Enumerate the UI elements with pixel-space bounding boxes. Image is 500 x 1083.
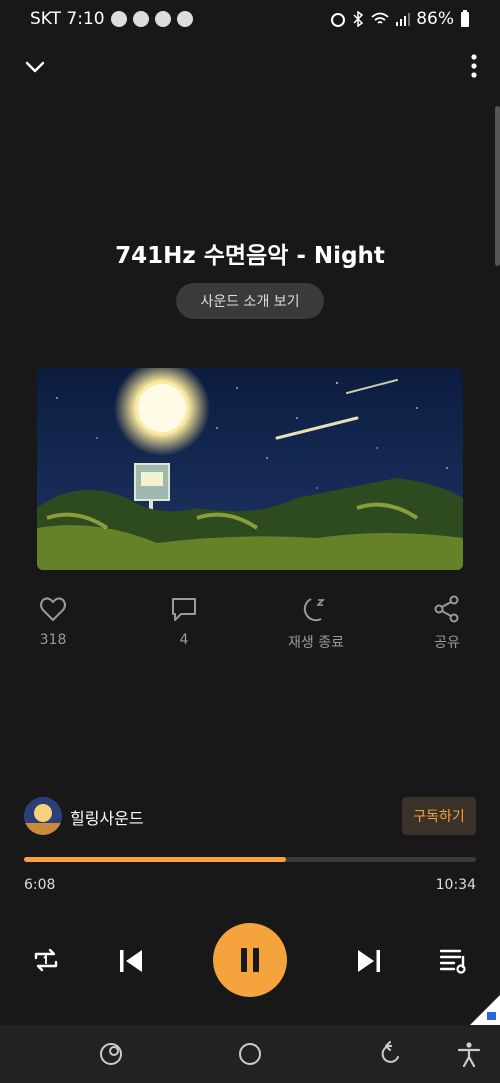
elapsed-time: 6:08: [24, 877, 56, 893]
heart-icon: [40, 597, 66, 622]
signal-icon: [396, 13, 411, 26]
pause-button[interactable]: [213, 923, 287, 997]
alarm-icon: [331, 13, 346, 27]
top-bar: [0, 48, 500, 84]
status-bar: SKT 7:10 86%: [0, 0, 500, 38]
notification-icon: [132, 11, 149, 27]
chevron-down-icon[interactable]: [22, 54, 48, 80]
battery-percent: 86%: [416, 9, 454, 29]
progress-bar[interactable]: [24, 857, 476, 862]
back-icon[interactable]: [378, 1041, 404, 1067]
wifi-icon: [371, 12, 389, 24]
comment-count: 4: [179, 632, 189, 648]
artist-row: 힐링사운드 구독하기: [24, 797, 476, 837]
system-navigation-bar: [0, 1025, 500, 1083]
progress-fill: [24, 857, 287, 862]
battery-icon: [461, 10, 469, 27]
bluetooth-icon: [353, 11, 364, 27]
sound-intro-button[interactable]: 사운드 소개 보기: [176, 283, 324, 319]
playback-controls: [0, 920, 500, 1000]
notification-icon: [154, 11, 171, 27]
recent-apps-icon[interactable]: [98, 1041, 124, 1067]
corner-badge-icon[interactable]: [470, 995, 500, 1025]
comment-icon: [172, 598, 196, 621]
sleep-timer-label: 재생 종료: [288, 635, 344, 651]
pause-icon: [241, 948, 259, 972]
sleep-timer-button[interactable]: 재생 종료: [271, 594, 361, 652]
share-icon: [434, 595, 459, 623]
accessibility-icon[interactable]: [456, 1041, 482, 1067]
like-button[interactable]: 318: [8, 594, 98, 648]
comment-button[interactable]: 4: [139, 594, 229, 648]
action-row: 318 4 재생 종료 공유: [0, 594, 500, 654]
carrier-time: SKT 7:10: [30, 9, 105, 29]
share-button[interactable]: 공유: [402, 594, 492, 652]
share-label: 공유: [434, 635, 460, 651]
home-icon[interactable]: [237, 1041, 263, 1067]
notification-icon: [176, 11, 193, 27]
like-count: 318: [39, 632, 67, 648]
avatar[interactable]: [24, 797, 62, 835]
status-right: 86%: [330, 9, 470, 29]
notification-icon: [110, 11, 127, 27]
repeat-icon[interactable]: [30, 944, 62, 976]
subscribe-button[interactable]: 구독하기: [402, 797, 476, 835]
total-duration: 10:34: [435, 877, 476, 893]
status-left: SKT 7:10: [30, 9, 193, 29]
artist-name[interactable]: 힐링사운드: [70, 805, 144, 829]
album-artwork: [37, 368, 463, 570]
playlist-icon[interactable]: [438, 944, 470, 976]
track-title: 741Hz 수면음악 - Night: [115, 243, 385, 269]
more-options-icon[interactable]: [470, 53, 478, 79]
moon-icon: [303, 598, 325, 622]
previous-track-icon[interactable]: [116, 946, 146, 976]
next-track-icon[interactable]: [354, 946, 384, 976]
